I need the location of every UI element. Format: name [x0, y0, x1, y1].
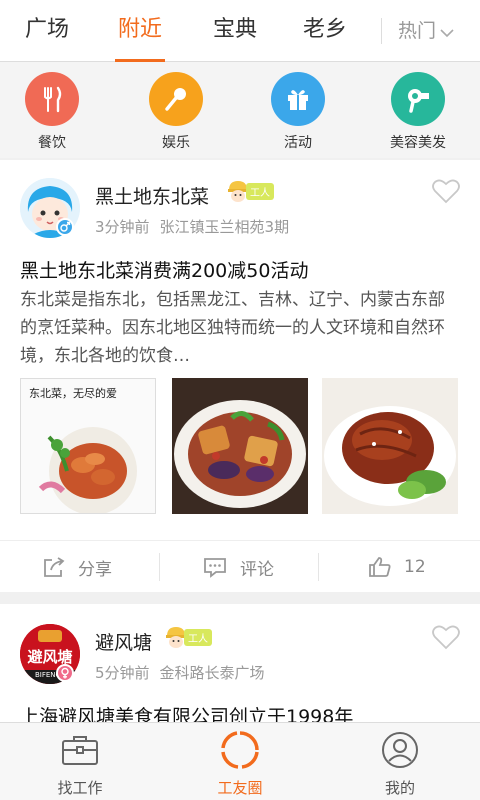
post-meta: 3分钟前 张江镇玉兰相苑3期 [95, 216, 289, 237]
tab-divider [381, 18, 382, 44]
post-author-name[interactable]: 黑土地东北菜 [95, 182, 209, 209]
post-actions: 分享 评论 12 [0, 540, 480, 592]
post-author-name[interactable]: 避风塘 [95, 628, 152, 655]
post-title[interactable]: 黑土地东北菜消费满200减50活动 [20, 256, 308, 283]
category-dining-label: 餐饮 [38, 135, 66, 151]
category-entertainment[interactable]: 娱乐 [126, 72, 226, 152]
post-location: 金科路长泰广场 [159, 664, 265, 682]
category-beauty[interactable]: 美容美发 [368, 72, 468, 152]
microphone-icon [149, 72, 203, 126]
post-meta: 5分钟前 金科路长泰广场 [95, 662, 265, 683]
heart-icon[interactable] [432, 178, 460, 208]
category-row: 餐饮 娱乐 活动 美容美发 [0, 62, 480, 158]
category-entertainment-label: 娱乐 [162, 135, 190, 151]
nav-workmates[interactable]: 工友圈 [180, 729, 300, 798]
comment-button[interactable]: 评论 [202, 541, 274, 593]
post-body[interactable]: 东北菜是指东北，包括黑龙江、吉林、辽宁、内蒙古东部的烹饪菜种。因东北地区独特而统… [20, 286, 460, 370]
comment-label: 评论 [240, 559, 274, 580]
hair-dryer-icon [391, 72, 445, 126]
briefcase-icon [20, 729, 140, 771]
category-beauty-label: 美容美发 [390, 135, 446, 151]
tab-hometown[interactable]: 老乡 [300, 0, 350, 62]
post-time: 3分钟前 [95, 218, 150, 236]
post-image[interactable]: 东北菜，无尽的爱 [20, 378, 156, 514]
nav-find-job-label: 找工作 [57, 779, 103, 797]
top-tab-bar: 广场 附近 宝典 老乡 热门 [0, 0, 480, 62]
share-icon [42, 556, 66, 578]
like-button[interactable]: 12 [368, 541, 426, 593]
action-divider [318, 553, 319, 581]
worker-badge: 工人 [226, 178, 274, 204]
category-activity-label: 活动 [284, 135, 312, 151]
female-gender-icon [56, 664, 74, 682]
heart-icon[interactable] [432, 624, 460, 654]
hot-filter-label: 热门 [398, 20, 437, 42]
post-time: 5分钟前 [95, 664, 150, 682]
nav-find-job[interactable]: 找工作 [20, 729, 140, 798]
fork-knife-icon [25, 72, 79, 126]
category-activity[interactable]: 活动 [248, 72, 348, 152]
image-caption: 东北菜，无尽的爱 [29, 387, 117, 400]
user-icon [340, 729, 460, 771]
post-image[interactable] [322, 378, 458, 514]
chevron-down-icon [440, 1, 454, 63]
nav-mine-label: 我的 [384, 779, 415, 797]
nav-mine[interactable]: 我的 [340, 729, 460, 798]
tab-square[interactable]: 广场 [16, 0, 78, 62]
gift-icon [271, 72, 325, 126]
food-photo-image [172, 378, 308, 514]
male-gender-icon [56, 218, 74, 236]
food-photo-image [322, 378, 458, 514]
circle-ring-icon [180, 729, 300, 771]
post-image[interactable] [172, 378, 308, 514]
category-dining[interactable]: 餐饮 [2, 72, 102, 152]
share-label: 分享 [78, 559, 112, 580]
hot-filter-dropdown[interactable]: 热门 [398, 0, 454, 62]
nav-workmates-label: 工友圈 [217, 779, 263, 797]
thumbs-up-icon [368, 556, 392, 578]
tab-nearby[interactable]: 附近 [115, 0, 165, 62]
post-card[interactable]: 黑土地东北菜 工人 3分钟前 张江镇玉兰相苑3期 黑土地东北菜消费满200减50活… [0, 160, 480, 592]
post-card[interactable]: 避风塘 BIFENGT 避风塘 工人 5分钟前 金科路长泰广场 上海避风塘美食有限… [0, 604, 480, 734]
share-button[interactable]: 分享 [42, 541, 112, 593]
worker-badge-label: 工人 [246, 182, 274, 200]
avatar-text: 避风塘 [27, 648, 73, 666]
comment-icon [202, 556, 228, 578]
bottom-nav: 找工作 工友圈 我的 [0, 722, 480, 800]
action-divider [159, 553, 160, 581]
worker-badge-label: 工人 [184, 628, 212, 646]
like-count: 12 [404, 557, 426, 577]
tab-guide[interactable]: 宝典 [210, 0, 260, 62]
worker-badge: 工人 [164, 624, 212, 650]
post-location: 张江镇玉兰相苑3期 [159, 218, 290, 236]
